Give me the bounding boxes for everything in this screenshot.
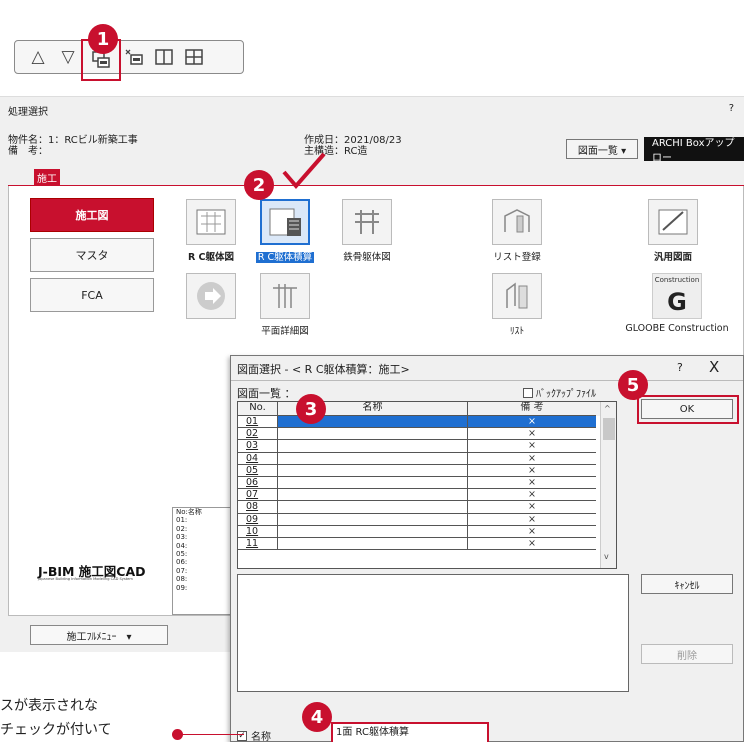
gloobe-icon: Construction G (652, 273, 702, 319)
list-icon (492, 273, 542, 319)
help-button[interactable]: ? (729, 103, 734, 114)
list-register-icon (492, 199, 542, 245)
dialog-title: 図面選択 - < R C躯体積算：施工> (237, 363, 410, 376)
split-vertical-icon[interactable] (149, 43, 179, 71)
general-drawing-icon (648, 199, 698, 245)
table-row[interactable]: 06 × (238, 476, 616, 490)
tile-general-drawing[interactable]: 汎用図面 (628, 199, 718, 263)
checkmark-icon (282, 152, 326, 190)
dialog-help-button[interactable]: ? (677, 361, 683, 374)
side-construction-drawing[interactable]: 施工図 (30, 198, 154, 232)
table-scrollbar[interactable]: ^ v (600, 402, 616, 568)
steel-frame-icon (342, 199, 392, 245)
step-badge-2: 2 (244, 170, 274, 200)
name-input[interactable]: 1面 RC躯体積算 (331, 722, 489, 742)
project-note: 備 考： (8, 146, 48, 157)
name-checkbox[interactable]: ✓ (237, 730, 247, 741)
drawing-preview (237, 574, 629, 692)
window-title: 処理選択 (8, 107, 48, 118)
tile-steel-frame-drawing[interactable]: 鉄骨躯体図 (322, 199, 412, 263)
table-row[interactable]: 03 × (238, 440, 616, 453)
rc-frame-drawing-icon (186, 199, 236, 245)
table-row[interactable]: 02 × (238, 428, 616, 441)
tab-construction[interactable]: 施工 (34, 169, 60, 185)
drawing-table[interactable]: No. 名称 備 考 01 × 02 × 03 × 04 × 05 × 06 × 07 × 0… (237, 401, 617, 569)
tile-floor-detail[interactable]: 平面詳細図 (240, 273, 330, 337)
created-date: 作成日：2021/08/23 (304, 135, 402, 146)
mini-drawing-list[interactable]: No:名称 01: 02: 03: 04: 05: 06: 07: 08: 09… (172, 507, 232, 615)
jbim-logo-subtitle: Japanese Building Information Modeling C… (38, 577, 133, 581)
close-icon[interactable]: X (709, 358, 719, 376)
view-toolbar: △ ▽ (14, 39, 244, 81)
delete-button[interactable]: 削除 (641, 644, 733, 664)
callout-line (178, 734, 244, 735)
table-row[interactable]: 01 × (238, 416, 616, 429)
tile-list[interactable]: ﾘｽﾄ (472, 273, 562, 337)
backup-file-option[interactable]: ﾊﾞｯｸｱｯﾌﾟﾌｧｲﾙ (523, 385, 596, 400)
tile-gloobe[interactable]: Construction G GLOOBE Construction (622, 273, 732, 334)
project-name: 物件名：1：RCビル新築工事 (8, 135, 138, 146)
project-info: 物件名：1：RCビル新築工事 備 考： (8, 135, 138, 157)
arrow-right-icon (186, 273, 236, 319)
table-header: No. 名称 備 考 (238, 402, 616, 416)
drawing-list-label: 図面一覧 ： (237, 387, 296, 400)
table-row[interactable]: 05 × (238, 464, 616, 477)
callout-text: スが表示されな チェックが付いて (0, 698, 112, 738)
construction-menu-button[interactable]: 施工ﾌﾙﾒﾆｭｰ ▾ (30, 625, 168, 645)
down-triangle-icon[interactable]: ▽ (53, 43, 83, 71)
table-row[interactable]: 11 × (238, 537, 616, 551)
scroll-up-icon[interactable]: ^ (604, 404, 611, 413)
archi-upload-button[interactable]: ARCHI Boxアップロー (644, 137, 744, 164)
step-badge-4: 4 (302, 702, 332, 732)
rc-estimate-icon (260, 199, 310, 245)
tile-list-register[interactable]: リスト登録 (472, 199, 562, 263)
name-option[interactable]: ✓ 名称 (237, 728, 271, 742)
floor-detail-icon (260, 273, 310, 319)
split-grid-icon[interactable] (179, 43, 209, 71)
up-triangle-icon[interactable]: △ (23, 43, 53, 71)
window-copy-icon[interactable] (119, 43, 149, 71)
table-row[interactable]: 04 × (238, 452, 616, 465)
backup-checkbox[interactable] (523, 387, 533, 398)
side-fca[interactable]: FCA (30, 278, 154, 312)
ok-highlight (637, 395, 739, 424)
step-badge-5: 5 (618, 370, 648, 400)
drawing-list-button[interactable]: 図面一覧 ▾ (566, 139, 638, 159)
table-row[interactable]: 09 × (238, 513, 616, 526)
step-badge-3: 3 (296, 394, 326, 424)
scroll-down-icon[interactable]: v (604, 552, 609, 561)
dialog-separator (231, 380, 743, 381)
side-master[interactable]: マスタ (30, 238, 154, 272)
table-row[interactable]: 08 × (238, 501, 616, 514)
table-row[interactable]: 07 × (238, 489, 616, 502)
step-badge-1: 1 (88, 24, 118, 54)
cancel-button[interactable]: ｷｬﾝｾﾙ (641, 574, 733, 594)
tile-rc-frame-estimate[interactable]: R C躯体積算 (240, 199, 330, 263)
scroll-thumb[interactable] (603, 418, 615, 440)
table-row[interactable]: 10 × (238, 525, 616, 538)
